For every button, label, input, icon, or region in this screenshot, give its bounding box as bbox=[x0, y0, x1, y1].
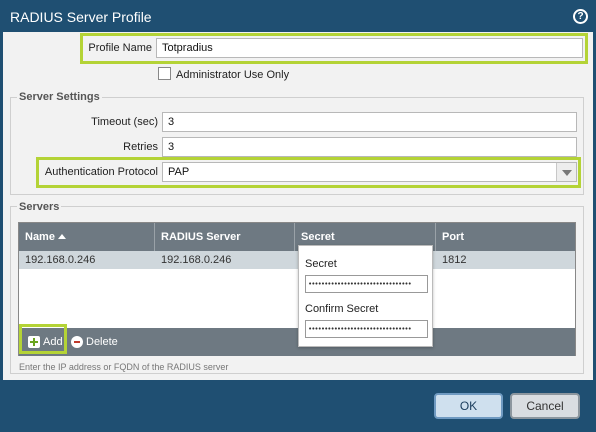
dialog-footer bbox=[0, 380, 596, 432]
table-toolbar: Add Delete bbox=[19, 324, 575, 356]
retries-input[interactable]: 3 bbox=[162, 137, 577, 157]
col-radius-server-header[interactable]: RADIUS Server bbox=[155, 223, 295, 251]
delete-button[interactable]: Delete bbox=[69, 332, 119, 352]
table-row[interactable]: 192.168.0.246 192.168.0.246 1812 bbox=[19, 251, 575, 269]
cell-name: 192.168.0.246 bbox=[25, 254, 96, 266]
profile-name-input[interactable]: Totpradius bbox=[156, 38, 583, 58]
timeout-label: Timeout (sec) bbox=[91, 116, 158, 128]
dialog-title: RADIUS Server Profile bbox=[10, 9, 152, 25]
table-header: Name RADIUS Server Secret Port bbox=[19, 223, 575, 251]
profile-name-label: Profile Name bbox=[88, 42, 152, 54]
servers-table: Name RADIUS Server Secret Port 192.168.0… bbox=[18, 222, 576, 356]
servers-hint: Enter the IP address or FQDN of the RADI… bbox=[19, 362, 229, 372]
sort-ascending-icon bbox=[57, 234, 66, 239]
admin-use-only-label: Administrator Use Only bbox=[176, 69, 290, 81]
secret-editor-popover: Secret •••••••••••••••••••••••••••••••• … bbox=[298, 245, 433, 347]
cell-radius-server: 192.168.0.246 bbox=[161, 254, 232, 266]
auth-protocol-label: Authentication Protocol bbox=[44, 166, 158, 178]
auth-protocol-value: PAP bbox=[168, 166, 190, 178]
add-label: Add bbox=[43, 336, 63, 348]
server-settings-legend: Server Settings bbox=[17, 91, 102, 103]
title-bar: RADIUS Server Profile ? bbox=[0, 0, 596, 32]
help-icon[interactable]: ? bbox=[573, 9, 588, 24]
secret-label: Secret bbox=[305, 258, 337, 270]
admin-use-only-checkbox[interactable] bbox=[158, 67, 171, 80]
ok-button[interactable]: OK bbox=[434, 393, 503, 419]
col-port-header[interactable]: Port bbox=[436, 223, 575, 251]
plus-icon bbox=[28, 336, 40, 348]
minus-icon bbox=[71, 336, 83, 348]
cancel-button[interactable]: Cancel bbox=[510, 393, 580, 419]
col-name-header[interactable]: Name bbox=[19, 223, 155, 251]
delete-label: Delete bbox=[86, 336, 118, 348]
secret-input[interactable]: •••••••••••••••••••••••••••••••• bbox=[305, 275, 428, 293]
add-button[interactable]: Add bbox=[22, 332, 64, 352]
confirm-secret-label: Confirm Secret bbox=[305, 303, 379, 315]
retries-label: Retries bbox=[123, 141, 158, 153]
servers-legend: Servers bbox=[17, 201, 62, 213]
col-name-label: Name bbox=[25, 231, 55, 243]
auth-protocol-select[interactable]: PAP bbox=[162, 162, 577, 182]
timeout-input[interactable]: 3 bbox=[162, 112, 577, 132]
cell-port: 1812 bbox=[442, 254, 467, 266]
confirm-secret-input[interactable]: •••••••••••••••••••••••••••••••• bbox=[305, 320, 428, 338]
chevron-down-icon[interactable] bbox=[556, 163, 576, 181]
